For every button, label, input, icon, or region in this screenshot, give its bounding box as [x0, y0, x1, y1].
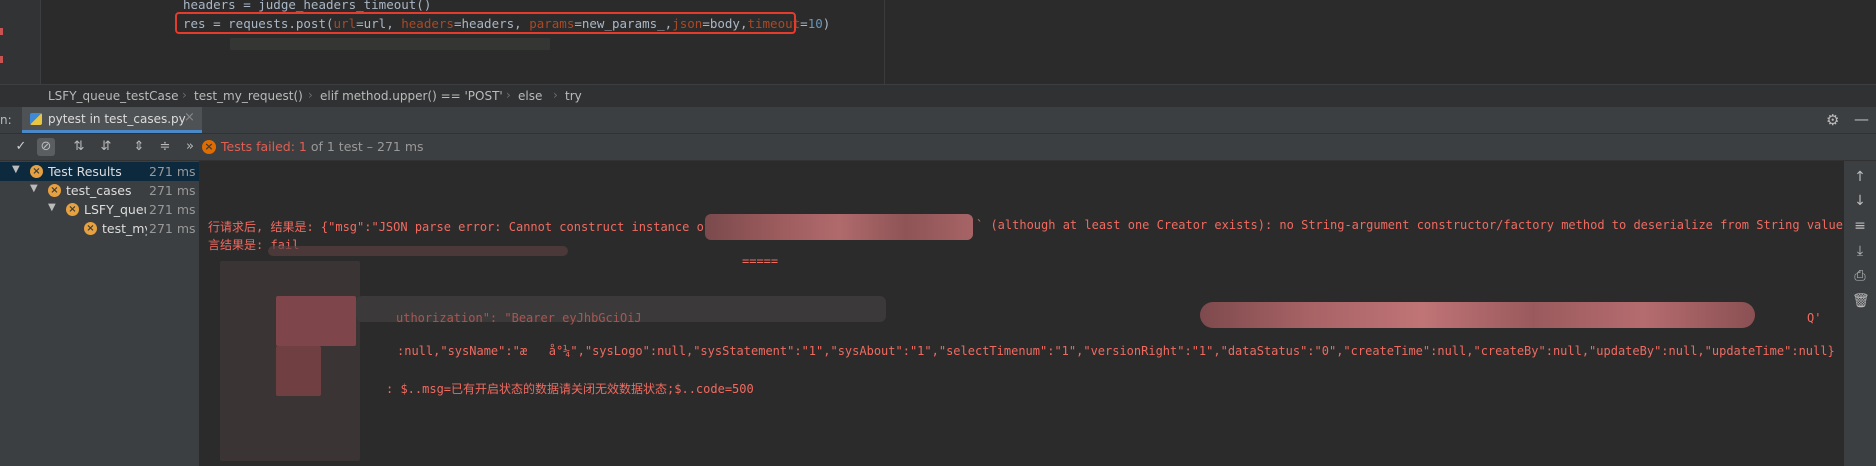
more-actions-icon[interactable]: » [181, 138, 199, 156]
redacted-code [230, 38, 550, 50]
breadcrumb-item[interactable]: test_my_request() [194, 89, 303, 103]
tree-node-test-results[interactable]: ▼ × Test Results 271 ms [0, 162, 199, 181]
code-editor[interactable]: headers = judge_headers_timeout() res = … [0, 0, 1876, 84]
failed-test-icon: × [66, 203, 79, 216]
tree-node-test-my-request[interactable]: × test_my 271 ms [0, 219, 199, 238]
tab-pytest-run[interactable]: pytest in test_cases.py × [22, 107, 202, 133]
redacted-region [1200, 302, 1755, 328]
gutter-change-marker [0, 56, 3, 63]
breadcrumb-item[interactable]: try [565, 89, 582, 103]
gear-icon[interactable]: ⚙ [1826, 111, 1839, 129]
collapse-all-icon[interactable]: ≑ [156, 138, 174, 156]
run-label: n: [0, 113, 12, 127]
test-results-tree: ▼ × Test Results 271 ms ▼ × test_cases 2… [0, 161, 200, 466]
failed-test-icon: × [48, 184, 61, 197]
console-line: ===== [742, 254, 779, 268]
right-margin-guide [884, 0, 885, 84]
console-output[interactable]: 行请求后, 结果是: {"msg":"JSON parse error: Can… [200, 161, 1844, 466]
arrow-up-icon[interactable]: ↑ [1852, 169, 1868, 185]
redacted-region [705, 214, 973, 240]
minimize-icon[interactable]: — [1854, 110, 1869, 128]
scroll-to-end-icon[interactable]: ⤓ [1852, 243, 1868, 259]
print-icon[interactable]: ⎙ [1852, 268, 1868, 284]
redacted-region [276, 296, 356, 346]
console-line: uthorization": "Bearer eyJhbGciOiJ [396, 311, 642, 325]
breadcrumb: LSFY_queue_testCase › test_my_request() … [0, 84, 1876, 108]
redacted-region [268, 246, 568, 256]
close-icon[interactable]: × [184, 110, 195, 125]
failed-test-icon: × [30, 165, 43, 178]
failed-test-icon: × [84, 222, 97, 235]
console-line: ` (although at least one Creator exists)… [976, 218, 1844, 232]
gutter-change-marker [0, 28, 3, 35]
test-status-summary: Tests failed: 1 of 1 test – 271 ms [221, 139, 424, 154]
console-toolbar: ↑ ↓ ≡ ⤓ ⎙ 🗑 [1844, 161, 1876, 466]
run-tool-window-header: n: pytest in test_cases.py × ⚙ — [0, 107, 1876, 134]
console-line: 行请求后, 结果是: {"msg":"JSON parse error: Can… [208, 220, 712, 234]
python-icon [30, 113, 42, 125]
tab-title: pytest in test_cases.py [48, 112, 186, 126]
expand-all-icon[interactable]: ⇕ [130, 138, 148, 156]
code-line-headers: headers = judge_headers_timeout() [183, 0, 432, 12]
editor-gutter [0, 0, 41, 84]
breadcrumb-item[interactable]: LSFY_queue_testCase [48, 89, 179, 103]
soft-wrap-icon[interactable]: ≡ [1852, 218, 1868, 234]
sort-alphabetically-icon[interactable]: ⇅ [70, 138, 88, 156]
console-line: Q' [1807, 311, 1822, 325]
arrow-down-icon[interactable]: ↓ [1852, 193, 1868, 209]
highlight-annotation-box [175, 12, 796, 34]
trash-icon[interactable]: 🗑 [1852, 293, 1870, 309]
breadcrumb-item[interactable]: elif method.upper() == 'POST' [320, 89, 503, 103]
console-line: :null,"sysName":"æ å°¼","sysLogo":null,"… [397, 344, 1835, 358]
tree-node-test-cases[interactable]: ▼ × test_cases 271 ms [0, 181, 199, 200]
test-runner-toolbar: ✓ ⊘ ⇅ ⇵ ⇕ ≑ » × Tests failed: 1 of 1 tes… [0, 134, 1876, 161]
show-ignored-icon[interactable]: ⊘ [37, 138, 55, 156]
show-passed-icon[interactable]: ✓ [12, 138, 30, 156]
redacted-region [276, 346, 321, 396]
breadcrumb-item[interactable]: else [518, 89, 542, 103]
console-line: : $..msg=已有开启状态的数据请关闭无效数据状态;$..code=500 [386, 382, 754, 396]
failed-status-icon: × [202, 140, 216, 154]
sort-by-duration-icon[interactable]: ⇵ [97, 138, 115, 156]
tree-node-lsfy-queue[interactable]: ▼ × LSFY_queue 271 ms [0, 200, 199, 219]
